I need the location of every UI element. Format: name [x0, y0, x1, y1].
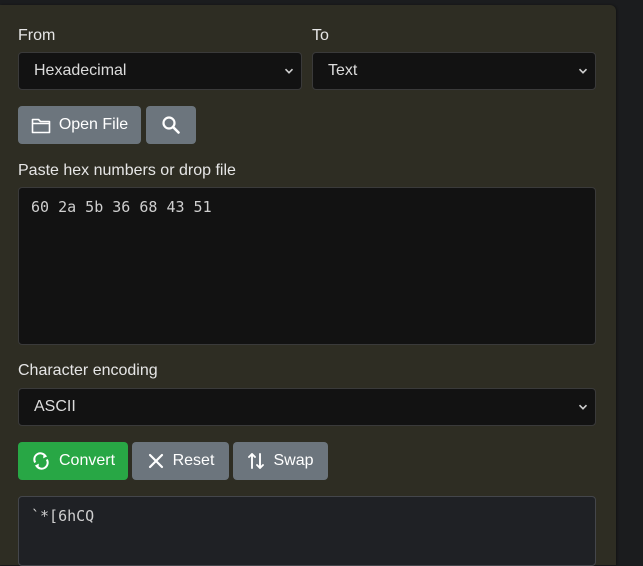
- text-output-textarea[interactable]: `*[6hCQ: [18, 496, 596, 566]
- search-button[interactable]: [146, 106, 196, 144]
- reset-button[interactable]: Reset: [132, 442, 229, 480]
- to-select[interactable]: Text: [312, 52, 596, 90]
- close-icon: [148, 453, 163, 469]
- converter-panel: From Hexadecimal To Text Open File Paste…: [0, 5, 616, 566]
- swap-label: Swap: [273, 452, 314, 469]
- hex-input-textarea[interactable]: 60 2a 5b 36 68 43 51: [18, 187, 596, 345]
- chevron-down-icon: [284, 68, 294, 74]
- from-select-value: Hexadecimal: [34, 62, 127, 79]
- convert-button[interactable]: Convert: [18, 442, 128, 480]
- chevron-down-icon: [578, 68, 588, 74]
- swap-vertical-icon: [248, 453, 265, 469]
- from-select[interactable]: Hexadecimal: [18, 52, 302, 90]
- encoding-select-value: ASCII: [34, 398, 76, 415]
- convert-label: Convert: [58, 452, 116, 469]
- from-label: From: [18, 27, 56, 44]
- encoding-select[interactable]: ASCII: [18, 388, 596, 426]
- open-file-label: Open File: [58, 116, 129, 133]
- folder-icon: [31, 118, 51, 133]
- reset-label: Reset: [172, 452, 215, 469]
- swap-button[interactable]: Swap: [233, 442, 328, 480]
- encoding-label: Character encoding: [18, 362, 158, 379]
- to-label: To: [312, 27, 329, 44]
- input-label: Paste hex numbers or drop file: [18, 162, 236, 179]
- refresh-icon: [33, 452, 49, 470]
- chevron-down-icon: [578, 404, 588, 410]
- search-icon: [162, 116, 180, 134]
- to-select-value: Text: [328, 62, 358, 79]
- open-file-button[interactable]: Open File: [18, 106, 141, 144]
